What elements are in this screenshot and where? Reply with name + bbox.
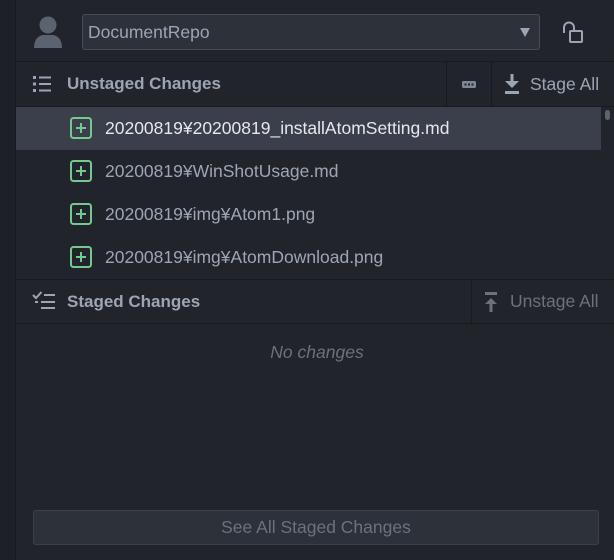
repository-select[interactable]: DocumentRepo — [82, 14, 540, 50]
move-down-icon — [505, 74, 519, 94]
file-path: 20200819¥20200819_installAtomSetting.md — [105, 118, 450, 138]
unstaged-file-list: 20200819¥20200819_installAtomSetting.md … — [16, 107, 614, 279]
empty-state-text: No changes — [270, 342, 364, 362]
file-path: 20200819¥img¥AtomDownload.png — [105, 247, 384, 267]
diff-added-icon — [70, 203, 92, 225]
scrollbar-thumb[interactable] — [605, 110, 610, 120]
chevron-down-icon — [520, 28, 530, 37]
file-row[interactable]: 20200819¥WinShotUsage.md — [16, 150, 601, 193]
unstage-all-label: Unstage All — [510, 291, 599, 311]
diff-added-icon — [70, 117, 92, 139]
repository-lock-button[interactable] — [562, 20, 584, 44]
file-path: 20200819¥WinShotUsage.md — [105, 161, 339, 181]
repository-select-value: DocumentRepo — [88, 22, 210, 42]
unlock-icon — [563, 21, 583, 43]
staged-changes-title: Staged Changes — [67, 292, 201, 311]
dock-edge — [0, 0, 16, 560]
scrollbar[interactable] — [601, 107, 614, 279]
list-unordered-icon — [33, 76, 51, 92]
move-up-icon — [485, 291, 497, 312]
file-row[interactable]: 20200819¥20200819_installAtomSetting.md — [16, 107, 601, 150]
diff-added-icon — [70, 246, 92, 268]
see-all-staged-changes-button[interactable]: See All Staged Changes — [33, 510, 599, 545]
unstaged-options-button[interactable] — [447, 62, 491, 106]
tasklist-icon — [32, 291, 55, 309]
git-staging-panel: DocumentRepo Unstaged Changes Stage All … — [16, 0, 614, 560]
unstaged-changes-title: Unstaged Changes — [67, 74, 221, 93]
person-icon — [34, 16, 62, 48]
staged-file-list: No changes — [16, 324, 614, 500]
unstaged-changes-header: Unstaged Changes Stage All — [16, 62, 614, 107]
avatar — [33, 16, 63, 48]
diff-added-icon — [70, 160, 92, 182]
repository-header: DocumentRepo — [16, 0, 614, 62]
unstage-all-button[interactable]: Unstage All — [472, 280, 614, 323]
file-row[interactable]: 20200819¥img¥Atom1.png — [16, 193, 601, 236]
file-row[interactable]: 20200819¥img¥AtomDownload.png — [16, 236, 601, 279]
see-all-staged-changes-label: See All Staged Changes — [221, 517, 411, 537]
ellipsis-icon — [462, 80, 476, 88]
file-path: 20200819¥img¥Atom1.png — [105, 204, 316, 224]
stage-all-label: Stage All — [530, 73, 600, 94]
stage-all-button[interactable]: Stage All — [492, 62, 614, 106]
staged-changes-header: Staged Changes Unstage All — [16, 279, 614, 324]
